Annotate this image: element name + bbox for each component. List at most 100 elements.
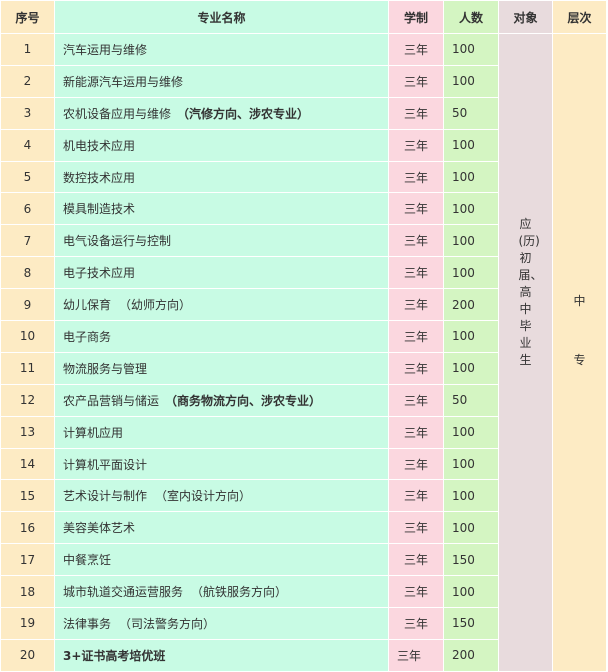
row-name-cell: 数控技术应用 [54, 160, 389, 194]
row-duration: 三年 [388, 575, 444, 609]
row-duration: 三年 [388, 224, 444, 258]
row-duration: 三年 [388, 256, 444, 290]
row-duration: 三年 [388, 543, 444, 577]
row-duration: 三年 [388, 160, 444, 194]
row-duration: 三年 [388, 351, 444, 385]
row-duration: 三年 [388, 33, 444, 66]
header-duration: 学制 [388, 0, 444, 34]
row-name-cell: 艺术设计与制作 （室内设计方向） [54, 479, 389, 513]
row-name-cell: 农机设备应用与维修 （汽修方向、涉农专业） [54, 96, 389, 130]
row-name: 3+证书高考培优班 [63, 648, 166, 663]
row-duration: 三年 [388, 479, 444, 513]
target-text: 应(历)初届、高中毕业生 [518, 217, 543, 367]
row-seq: 12 [0, 383, 55, 417]
header-name: 专业名称 [54, 0, 389, 34]
header-level: 层次 [552, 0, 607, 34]
row-name-cell: 法律事务 （司法警务方向） [54, 607, 389, 640]
row-count: 100 [443, 256, 499, 290]
row-seq: 8 [0, 256, 55, 290]
row-subtitle: （室内设计方向） [155, 489, 252, 504]
row-name: 计算机应用 [63, 425, 124, 440]
row-name-cell: 计算机应用 [54, 415, 389, 449]
row-count: 100 [443, 64, 499, 98]
row-seq: 7 [0, 224, 55, 258]
row-count: 150 [443, 607, 499, 640]
row-duration: 三年 [388, 320, 444, 353]
row-name: 机电技术应用 [63, 138, 136, 153]
row-name-cell: 中餐烹饪 [54, 543, 389, 577]
row-name: 法律事务 [63, 616, 112, 631]
header-target: 对象 [498, 0, 553, 34]
row-name: 中餐烹饪 [63, 553, 112, 568]
row-name: 新能源汽车运用与维修 [63, 74, 184, 89]
table-header-row: 序号 专业名称 学制 人数 对象 层次 [0, 0, 607, 34]
row-note: （汽修方向、涉农专业） [177, 106, 310, 121]
row-seq: 9 [0, 288, 55, 322]
row-name: 艺术设计与制作 [63, 489, 148, 504]
row-duration: 三年 [388, 607, 444, 640]
row-name-cell: 电子技术应用 [54, 256, 389, 290]
row-duration: 三年 [388, 415, 444, 449]
row-count: 100 [443, 320, 499, 353]
row-name: 幼儿保育 [63, 298, 112, 313]
row-subtitle: （航铁服务方向） [191, 585, 288, 600]
row-name: 农机设备应用与维修 [63, 106, 172, 121]
level-text: 中专 [554, 34, 606, 368]
row-name-cell: 3+证书高考培优班 [54, 638, 389, 672]
row-seq: 11 [0, 351, 55, 385]
row-count: 100 [443, 415, 499, 449]
row-count: 100 [443, 128, 499, 162]
level-cell: 中专 [552, 33, 607, 672]
row-name-cell: 新能源汽车运用与维修 [54, 64, 389, 98]
table-row: 1 汽车运用与维修 三年 100 应(历)初届、高中毕业生中专 [0, 33, 607, 672]
row-note: （商务物流方向、涉农专业） [165, 393, 322, 408]
row-count: 100 [443, 511, 499, 545]
row-seq: 1 [0, 33, 55, 66]
row-duration: 三年 [388, 638, 444, 672]
row-duration: 三年 [388, 383, 444, 417]
row-seq: 10 [0, 320, 55, 353]
row-seq: 19 [0, 607, 55, 640]
row-name: 物流服务与管理 [63, 361, 148, 376]
row-name: 农产品营销与储运 [63, 393, 160, 408]
row-count: 150 [443, 543, 499, 577]
row-count: 100 [443, 192, 499, 226]
row-name: 电气设备运行与控制 [63, 234, 172, 249]
row-name-cell: 机电技术应用 [54, 128, 389, 162]
row-name-cell: 农产品营销与储运 （商务物流方向、涉农专业） [54, 383, 389, 417]
row-name-cell: 计算机平面设计 [54, 447, 389, 481]
row-name-cell: 汽车运用与维修 [54, 33, 389, 66]
row-count: 100 [443, 351, 499, 385]
row-count: 200 [443, 638, 499, 672]
row-seq: 17 [0, 543, 55, 577]
row-duration: 三年 [388, 288, 444, 322]
enrollment-table: 序号 专业名称 学制 人数 对象 层次 1 汽车运用与维修 三年 100 应(历)初届、… [0, 0, 607, 672]
row-duration: 三年 [388, 128, 444, 162]
row-count: 100 [443, 447, 499, 481]
row-count: 50 [443, 96, 499, 130]
target-cell: 应(历)初届、高中毕业生 [498, 33, 553, 672]
row-seq: 13 [0, 415, 55, 449]
row-name: 计算机平面设计 [63, 457, 148, 472]
row-name-cell: 电子商务 [54, 320, 389, 353]
row-name: 汽车运用与维修 [63, 42, 148, 57]
row-seq: 20 [0, 638, 55, 672]
header-seq: 序号 [0, 0, 55, 34]
row-name: 模具制造技术 [63, 202, 136, 217]
row-count: 100 [443, 575, 499, 609]
row-seq: 5 [0, 160, 55, 194]
row-duration: 三年 [388, 96, 444, 130]
row-subtitle: （司法警务方向） [119, 616, 216, 631]
row-name-cell: 电气设备运行与控制 [54, 224, 389, 258]
row-count: 100 [443, 224, 499, 258]
row-seq: 18 [0, 575, 55, 609]
row-name: 城市轨道交通运营服务 [63, 585, 184, 600]
row-name: 电子技术应用 [63, 266, 136, 281]
row-name-cell: 模具制造技术 [54, 192, 389, 226]
row-name-cell: 美容美体艺术 [54, 511, 389, 545]
row-duration: 三年 [388, 447, 444, 481]
row-name-cell: 幼儿保育 （幼师方向） [54, 288, 389, 322]
row-seq: 6 [0, 192, 55, 226]
row-count: 100 [443, 160, 499, 194]
row-seq: 3 [0, 96, 55, 130]
